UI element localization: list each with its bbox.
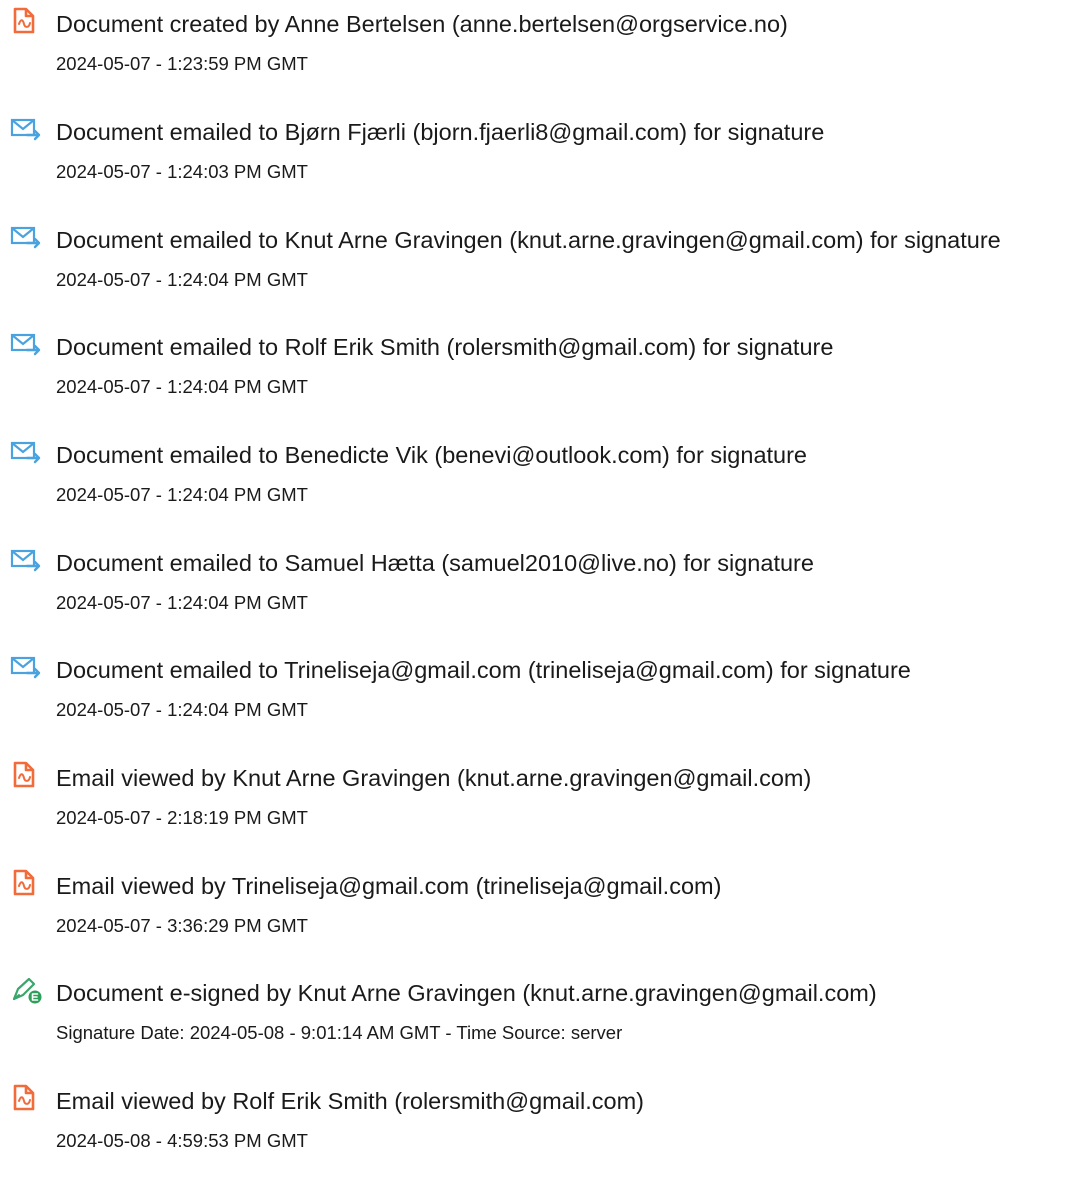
event-title: Document emailed to Rolf Erik Smith (rol… xyxy=(56,334,834,360)
event-title: Document e-signed by Knut Arne Gravingen… xyxy=(56,980,877,1006)
email-sent-icon xyxy=(10,114,44,144)
event-item: Document emailed to Knut Arne Gravingen … xyxy=(0,216,1070,316)
event-timestamp: 2024-05-07 - 1:24:04 PM GMT xyxy=(56,269,308,290)
email-sent-icon xyxy=(10,437,44,467)
event-item: Document emailed to Trineliseja@gmail.co… xyxy=(0,646,1070,746)
document-icon xyxy=(10,868,44,898)
email-sent-icon xyxy=(10,222,44,252)
event-timestamp: 2024-05-07 - 1:24:03 PM GMT xyxy=(56,161,308,182)
event-title: Document emailed to Trineliseja@gmail.co… xyxy=(56,657,911,683)
event-item: Email viewed by Trineliseja@gmail.com (t… xyxy=(0,862,1070,962)
event-timestamp: Signature Date: 2024-05-08 - 9:01:14 AM … xyxy=(56,1022,623,1043)
event-item: Document emailed to Samuel Hætta (samuel… xyxy=(0,539,1070,639)
event-title: Email viewed by Rolf Erik Smith (rolersm… xyxy=(56,1088,644,1114)
event-title: Document emailed to Samuel Hætta (samuel… xyxy=(56,550,814,576)
event-timestamp: 2024-05-07 - 1:24:04 PM GMT xyxy=(56,484,308,505)
event-title: Document emailed to Benedicte Vik (benev… xyxy=(56,442,808,468)
event-timestamp: 2024-05-07 - 1:24:04 PM GMT xyxy=(56,592,308,613)
event-timestamp: 2024-05-08 - 4:59:53 PM GMT xyxy=(56,1130,308,1151)
email-sent-icon xyxy=(10,652,44,682)
event-timestamp: 2024-05-07 - 1:23:59 PM GMT xyxy=(56,53,308,74)
event-item: Document created by Anne Bertelsen (anne… xyxy=(0,0,1070,100)
document-icon xyxy=(10,1083,44,1113)
event-item: Document emailed to Bjørn Fjærli (bjorn.… xyxy=(0,108,1070,208)
event-item: Document e-signed by Knut Arne Gravingen… xyxy=(0,969,1070,1069)
email-sent-icon xyxy=(10,329,44,359)
event-timestamp: 2024-05-07 - 1:24:04 PM GMT xyxy=(56,699,308,720)
event-item: Document emailed to Benedicte Vik (benev… xyxy=(0,431,1070,531)
event-timestamp: 2024-05-07 - 2:18:19 PM GMT xyxy=(56,807,308,828)
event-title: Email viewed by Knut Arne Gravingen (knu… xyxy=(56,765,812,791)
event-timestamp: 2024-05-07 - 1:24:04 PM GMT xyxy=(56,376,308,397)
document-icon xyxy=(10,6,44,36)
document-icon xyxy=(10,760,44,790)
event-title: Email viewed by Trineliseja@gmail.com (t… xyxy=(56,873,722,899)
event-timestamp: 2024-05-07 - 3:36:29 PM GMT xyxy=(56,915,308,936)
event-title: Document emailed to Knut Arne Gravingen … xyxy=(56,227,1001,253)
email-sent-icon xyxy=(10,545,44,575)
event-title: Document emailed to Bjørn Fjærli (bjorn.… xyxy=(56,119,825,145)
event-item: Document emailed to Rolf Erik Smith (rol… xyxy=(0,323,1070,423)
event-title: Document created by Anne Bertelsen (anne… xyxy=(56,11,788,37)
event-item: Email viewed by Knut Arne Gravingen (knu… xyxy=(0,754,1070,854)
event-item: Email viewed by Rolf Erik Smith (rolersm… xyxy=(0,1077,1070,1177)
e-sign-pen-icon xyxy=(10,975,44,1005)
